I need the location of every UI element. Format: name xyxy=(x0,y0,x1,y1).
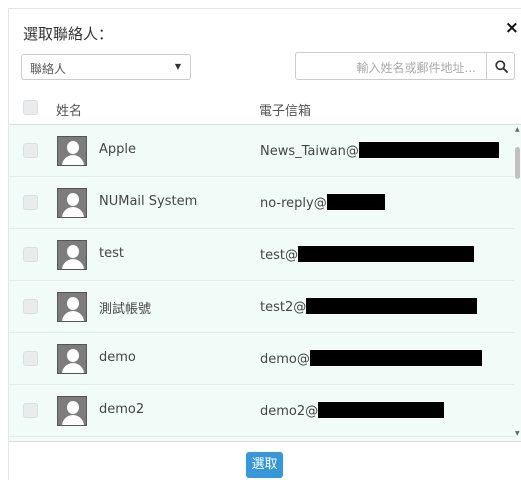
avatar xyxy=(57,396,87,426)
contact-name: demo2 xyxy=(99,402,145,417)
close-icon[interactable]: × xyxy=(505,20,519,37)
table-row[interactable]: NUMail System no-reply@ xyxy=(9,177,514,229)
redacted-block xyxy=(326,194,385,210)
redacted-block xyxy=(358,142,499,158)
chevron-down-icon: ▼ xyxy=(174,62,181,71)
contact-email: no-reply@ xyxy=(260,194,385,211)
scroll-down-icon[interactable]: ▼ xyxy=(515,430,520,437)
avatar xyxy=(57,136,87,166)
redacted-block xyxy=(309,350,482,366)
avatar xyxy=(57,344,87,374)
redacted-block xyxy=(306,298,478,314)
avatar xyxy=(57,188,87,218)
redacted-block xyxy=(297,246,474,262)
table-row[interactable]: Apple News_Taiwan@ xyxy=(9,125,514,177)
contact-name: demo xyxy=(99,350,136,365)
row-checkbox[interactable] xyxy=(23,351,38,366)
row-checkbox[interactable] xyxy=(23,299,38,314)
select-all-checkbox[interactable] xyxy=(23,100,38,115)
dialog-title: 選取聯絡人： xyxy=(23,25,114,43)
scroll-thumb[interactable] xyxy=(515,147,520,179)
dialog-footer: 選取 xyxy=(9,441,521,480)
select-contacts-dialog: 選取聯絡人： × 聯絡人 ▼ 輸入姓名或郵件地址... 姓名 電子信箱 Appl… xyxy=(8,8,521,480)
contact-type-select[interactable]: 聯絡人 ▼ xyxy=(21,54,191,80)
contact-list[interactable]: Apple News_Taiwan@ NUMail System no-repl… xyxy=(9,125,521,441)
table-row[interactable]: demo2 demo2@ xyxy=(9,385,514,437)
contact-email: test2@ xyxy=(260,298,478,315)
contact-type-select-value: 聯絡人 xyxy=(30,62,67,76)
row-checkbox[interactable] xyxy=(23,195,38,210)
column-header-name: 姓名 xyxy=(56,104,83,119)
contact-name: test xyxy=(99,246,124,261)
table-row[interactable]: demo demo@ xyxy=(9,333,514,385)
table-row[interactable]: test test@ xyxy=(9,229,514,281)
contact-name: 測試帳號 xyxy=(99,302,152,317)
table-row[interactable]: 測試帳號 test2@ xyxy=(9,281,514,333)
avatar xyxy=(57,240,87,270)
select-button[interactable]: 選取 xyxy=(246,452,283,478)
search-input[interactable]: 輸入姓名或郵件地址... xyxy=(295,52,486,80)
row-checkbox[interactable] xyxy=(23,143,38,158)
table-header: 姓名 電子信箱 xyxy=(9,91,521,125)
search-icon xyxy=(495,60,508,73)
contact-name: Apple xyxy=(99,142,137,157)
row-checkbox[interactable] xyxy=(23,247,38,262)
scroll-up-icon[interactable]: ▲ xyxy=(515,126,520,133)
scrollbar[interactable]: ▲ ▼ xyxy=(514,125,521,441)
contact-email: News_Taiwan@ xyxy=(260,142,499,159)
column-header-email: 電子信箱 xyxy=(259,104,312,119)
contact-email: demo@ xyxy=(260,350,482,367)
contact-email: test@ xyxy=(260,246,474,263)
search-button[interactable] xyxy=(486,52,515,80)
contact-name: NUMail System xyxy=(99,194,198,209)
contact-email: demo2@ xyxy=(260,402,445,419)
row-checkbox[interactable] xyxy=(23,403,38,418)
avatar xyxy=(57,292,87,322)
redacted-block xyxy=(318,402,445,418)
